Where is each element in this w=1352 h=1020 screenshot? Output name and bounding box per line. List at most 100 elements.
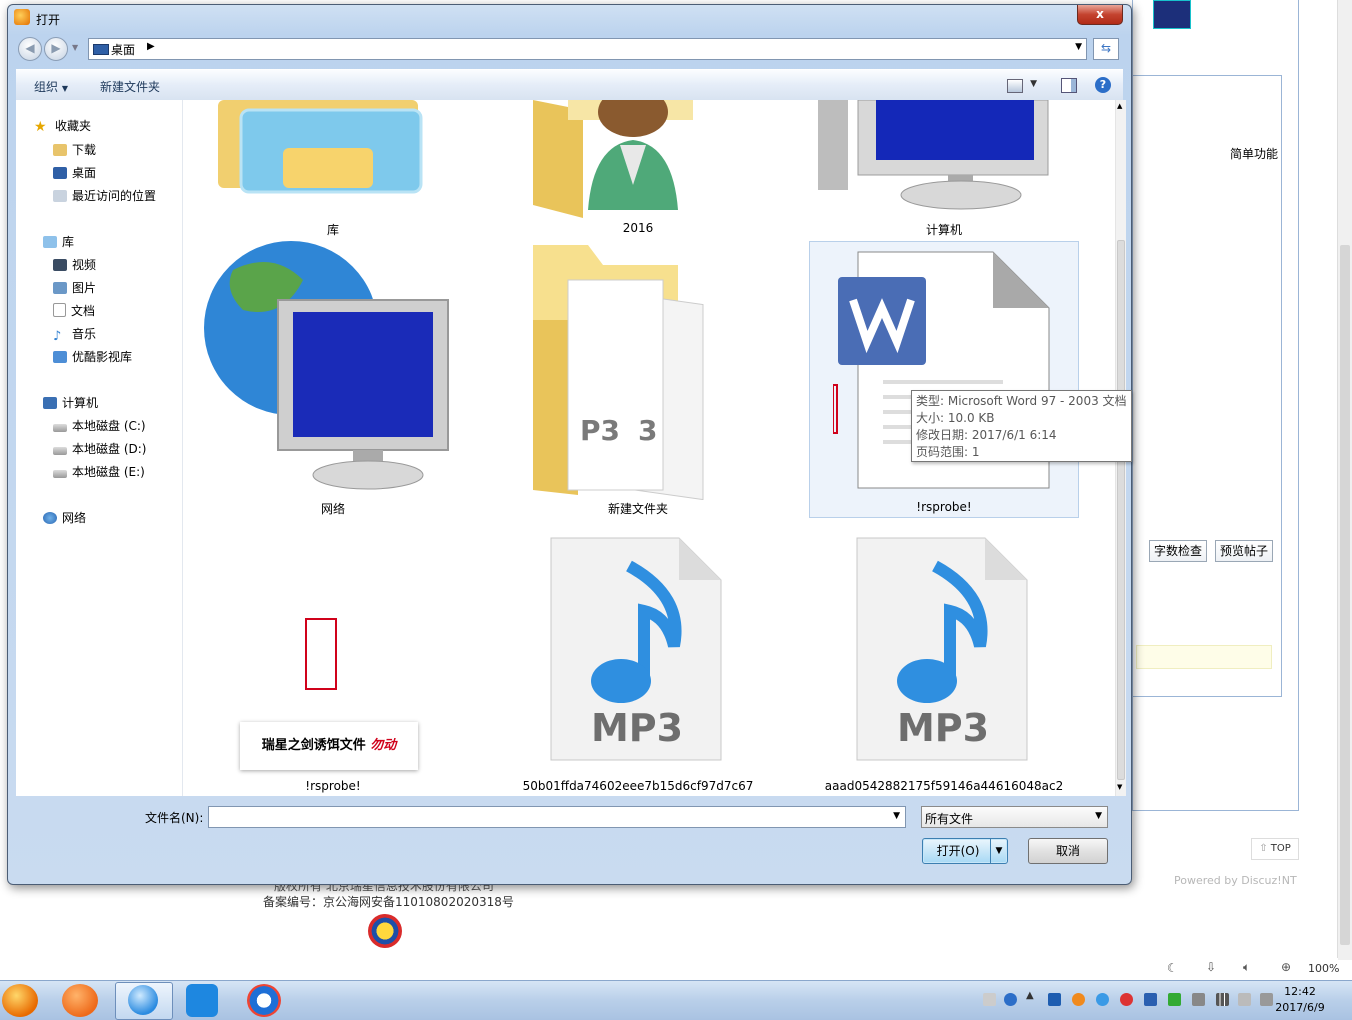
star-icon: ★: [34, 119, 47, 135]
nav-network[interactable]: 网络: [43, 509, 86, 527]
history-dropdown-icon[interactable]: ▼: [72, 43, 78, 52]
nav-label: 视频: [72, 258, 97, 272]
banner-thumbnail: [1153, 0, 1191, 29]
page-scroll-thumb[interactable]: [1340, 245, 1350, 945]
location-text[interactable]: 桌面: [111, 41, 135, 58]
location-field[interactable]: 桌面 ▶ ▼: [88, 38, 1087, 60]
nav-desktop[interactable]: 桌面: [53, 164, 96, 182]
tencent-assistant-icon[interactable]: [186, 984, 218, 1017]
download-icon[interactable]: ⇩: [1206, 960, 1216, 974]
nav-libraries[interactable]: 库: [43, 233, 74, 251]
signal-tray-icon[interactable]: [1216, 993, 1229, 1006]
help-icon[interactable]: ?: [1095, 77, 1111, 93]
close-button[interactable]: x: [1077, 5, 1123, 25]
nav-computer[interactable]: 计算机: [43, 394, 98, 412]
nav-favorites[interactable]: ★ 收藏夹: [34, 117, 91, 135]
change-view-icon[interactable]: [1007, 79, 1023, 93]
simple-function-link[interactable]: 简单功能: [1230, 145, 1278, 162]
open-split-dropdown-icon[interactable]: ▼: [990, 839, 1007, 863]
filetype-select[interactable]: 所有文件 ▼: [921, 806, 1108, 828]
volume-icon[interactable]: 🔈︎: [1243, 960, 1250, 975]
nav-videos[interactable]: 视频: [53, 256, 96, 274]
page-scrollbar[interactable]: [1337, 0, 1352, 960]
filename-input[interactable]: ▼: [208, 806, 906, 828]
scroll-thumb[interactable]: [1117, 240, 1125, 780]
view-dropdown-icon[interactable]: ▼: [1030, 79, 1037, 89]
disk-e-icon: [53, 470, 67, 478]
nav-disk-e[interactable]: 本地磁盘 (E:): [53, 463, 145, 481]
chevron-down-icon[interactable]: ▼: [1095, 811, 1102, 821]
browser-statusbar: ☾ ⇩ 🔈︎ ⊕ 100%: [0, 958, 1339, 980]
recent-places-icon: [53, 190, 67, 202]
active-task-button[interactable]: [115, 982, 173, 1020]
scroll-up-icon[interactable]: ▲: [1117, 102, 1122, 110]
powered-by[interactable]: Powered by Discuz!NT: [1174, 874, 1297, 887]
nav-label: 图片: [72, 281, 97, 295]
up-arrow-icon: ⇧: [1259, 843, 1271, 854]
nav-label: 下载: [72, 143, 97, 157]
dialog-titlebar[interactable]: 打开 x: [8, 5, 1131, 33]
keyboard-icon[interactable]: [983, 993, 996, 1006]
xiami-icon[interactable]: [62, 984, 98, 1017]
mp3-label: MP3: [897, 706, 989, 750]
yellow-strip: [1136, 645, 1272, 669]
forward-button[interactable]: ▶: [44, 37, 68, 61]
nav-recent[interactable]: 最近访问的位置: [53, 187, 156, 205]
scroll-down-icon[interactable]: ▼: [1117, 783, 1122, 791]
shield-tray-icon[interactable]: [1144, 993, 1157, 1006]
chevron-down-icon[interactable]: ▼: [893, 811, 900, 821]
update-tray-icon[interactable]: [1168, 993, 1181, 1006]
help-tray-icon[interactable]: [1004, 993, 1017, 1006]
chevron-down-icon[interactable]: ▼: [1075, 42, 1082, 52]
nav-label: 收藏夹: [55, 119, 92, 133]
nav-youku[interactable]: 优酷影视库: [53, 348, 132, 366]
nav-label: 桌面: [72, 166, 97, 180]
bait-text: 瑞星之剑诱饵文件: [261, 738, 366, 753]
file-label: 计算机: [925, 223, 962, 237]
usb-tray-icon[interactable]: [1192, 993, 1205, 1006]
nav-disk-d[interactable]: 本地磁盘 (D:): [53, 440, 146, 458]
refresh-button[interactable]: ⇆: [1093, 38, 1119, 60]
word-count-button[interactable]: 字数检查: [1149, 540, 1208, 562]
night-mode-icon[interactable]: ☾: [1167, 961, 1178, 975]
cancel-button[interactable]: 取消: [1028, 838, 1108, 864]
nav-disk-c[interactable]: 本地磁盘 (C:): [53, 417, 146, 435]
zoom-icon[interactable]: ⊕: [1281, 960, 1291, 974]
zoom-level[interactable]: 100%: [1308, 962, 1339, 975]
network-tray-icon[interactable]: [1238, 993, 1251, 1006]
refresh-icon: ⇆: [1100, 41, 1112, 55]
back-button[interactable]: ◀: [18, 37, 42, 61]
organize-menu[interactable]: 组织 ▼: [34, 78, 68, 95]
nav-label: 本地磁盘 (D:): [72, 442, 147, 456]
library-folder-icon: [218, 100, 423, 194]
svg-text:P3: P3: [580, 414, 620, 447]
chevron-right-icon[interactable]: ▶: [147, 41, 155, 52]
system-clock[interactable]: 12:42 2017/6/9: [1270, 984, 1330, 1016]
open-button[interactable]: 打开(O) ▼: [922, 838, 1008, 864]
filetype-value: 所有文件: [925, 812, 974, 826]
network-icon: [43, 512, 57, 524]
nav-label: 本地磁盘 (C:): [72, 419, 146, 433]
video-player-icon[interactable]: [247, 984, 281, 1017]
nav-documents[interactable]: 文档: [53, 302, 95, 320]
preview-pane-icon[interactable]: [1061, 78, 1077, 93]
nav-downloads[interactable]: 下载: [53, 141, 96, 159]
nav-music[interactable]: ♪ 音乐: [53, 325, 96, 344]
file-label: 50b01ffda74602eee7b15d6cf97d7c67: [522, 779, 754, 793]
nav-label: 文档: [71, 304, 96, 318]
mp3-icon: MP3: [856, 537, 1028, 761]
nav-pictures[interactable]: 图片: [53, 279, 96, 297]
expand-tray-icon[interactable]: ▲: [1026, 990, 1039, 1003]
rising-tray-icon[interactable]: [1072, 993, 1085, 1006]
clock-time: 12:42: [1284, 985, 1316, 998]
security-tray-icon[interactable]: [1120, 993, 1133, 1006]
police-badge-icon: [368, 914, 402, 948]
preview-post-button[interactable]: 预览帖子: [1215, 540, 1274, 562]
warning-tray-icon[interactable]: [1048, 993, 1061, 1006]
browser-tray-icon[interactable]: [1096, 993, 1109, 1006]
rising-antivirus-icon[interactable]: [2, 984, 38, 1017]
new-folder-button[interactable]: 新建文件夹: [100, 78, 160, 95]
navigation-pane: ★ 收藏夹 下载 桌面 最近访问的位置 库 视频 图片 文档 ♪ 音乐 优酷影视库 …: [16, 100, 183, 796]
top-link[interactable]: ⇧ TOP: [1251, 838, 1299, 860]
mp3-label: MP3: [591, 706, 683, 750]
